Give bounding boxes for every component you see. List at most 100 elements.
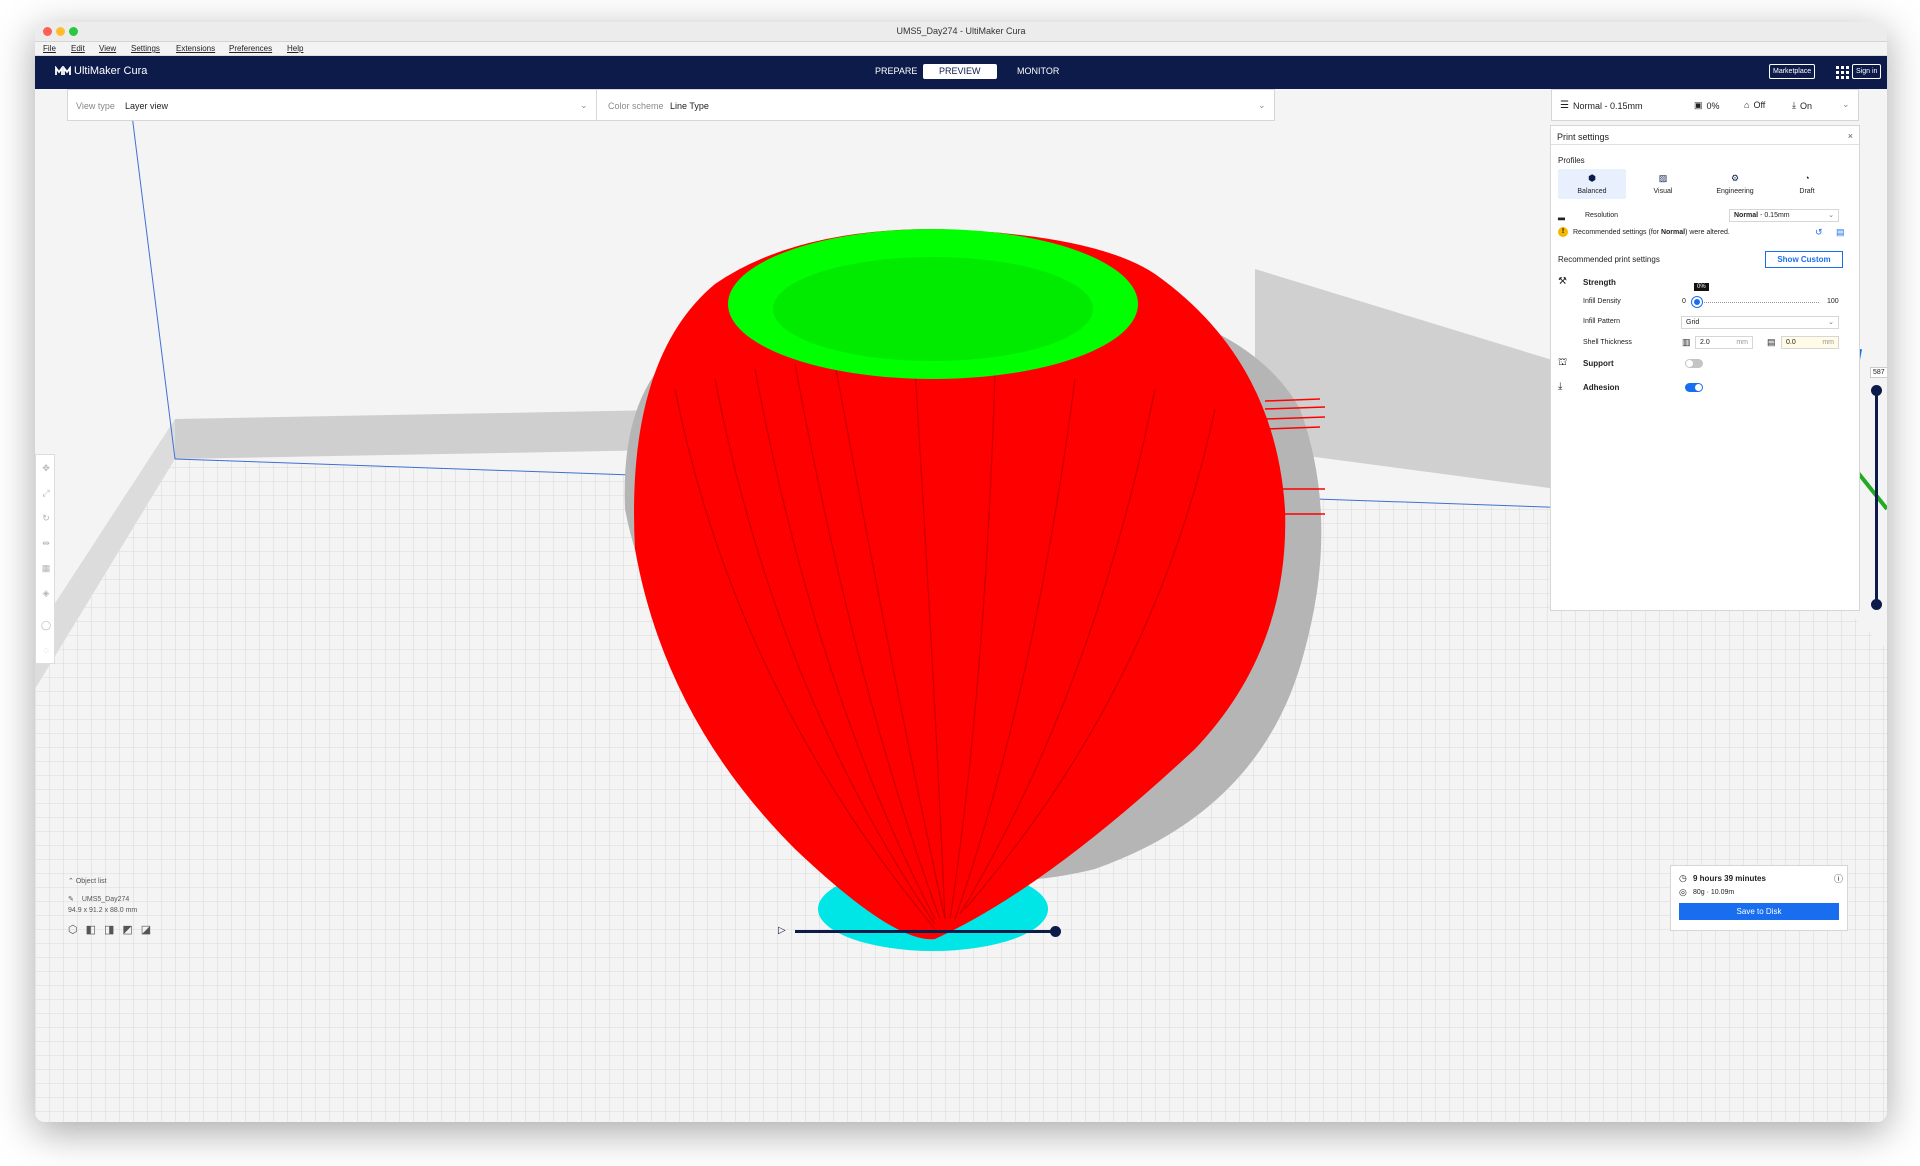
view-type-select[interactable]: Layer view [125, 101, 168, 111]
sign-in-button[interactable]: Sign in [1852, 64, 1882, 79]
resolution-label: Resolution [1585, 212, 1619, 219]
infill-icon: ▣ [1694, 100, 1703, 110]
view-type-label: View type [76, 101, 115, 111]
seam-painting-icon[interactable]: ◯ [41, 620, 51, 630]
save-profile-icon[interactable]: ▤ [1836, 227, 1845, 238]
info-icon[interactable]: ⓘ [1834, 872, 1843, 885]
infill-density-handle[interactable] [1692, 297, 1702, 307]
sliders-icon: ☰ [1560, 100, 1569, 111]
wall-thickness-input[interactable]: 2.0 mm [1695, 336, 1753, 349]
reset-icon[interactable]: ↺ [1815, 227, 1823, 238]
profile-draft[interactable]: ◔ Draft [1773, 169, 1841, 199]
resolution-value-rest: - 0.15mm [1758, 212, 1790, 219]
infill-pattern-value: Grid [1686, 319, 1700, 326]
app-window: UMS5_Day274 - UltiMaker Cura File Edit V… [35, 22, 1887, 1122]
print-setup-chevron-icon[interactable]: ⌄ [1842, 99, 1850, 110]
object-list-toggle[interactable]: ⌃ Object list [68, 877, 107, 885]
resolution-select[interactable]: Normal - 0.15mm ⌄ [1729, 209, 1839, 222]
wall-thickness-icon: ▥ [1682, 337, 1691, 347]
mirror-tool-icon[interactable]: ⇹ [41, 538, 51, 548]
window-title: UMS5_Day274 - UltiMaker Cura [896, 26, 1026, 36]
menu-bar: File Edit View Settings Extensions Prefe… [35, 42, 1887, 56]
infill-density-tooltip: 0% [1694, 283, 1709, 291]
adhesion-summary-text: On [1799, 100, 1812, 111]
additional-tool-icon[interactable]: ◌ [41, 645, 51, 655]
balanced-icon: ⬢ [1588, 173, 1596, 183]
wall-thickness-unit: mm [1736, 339, 1748, 346]
view-toolbar: View type Layer view ⌄ Color scheme Line… [67, 89, 1275, 121]
infill-summary[interactable]: ▣ 0% [1694, 100, 1720, 111]
rotate-tool-icon[interactable]: ↻ [41, 513, 51, 523]
show-custom-button[interactable]: Show Custom [1765, 251, 1843, 268]
menu-help[interactable]: Help [287, 44, 303, 53]
menu-extensions[interactable]: Extensions [176, 44, 215, 53]
material-estimate: 80g · 10.09m [1693, 889, 1735, 896]
support-summary-text: Off [1753, 100, 1766, 110]
object-name: UMS5_Day274 [81, 896, 130, 903]
layer-slider-bottom-handle[interactable] [1871, 599, 1882, 610]
support-toggle-knob [1686, 360, 1693, 367]
view-type-chevron-icon[interactable]: ⌄ [580, 100, 588, 111]
app-logo-text: UltiMaker Cura [74, 65, 148, 77]
profile-visual[interactable]: ▨ Visual [1629, 169, 1697, 199]
adhesion-toggle[interactable] [1685, 383, 1703, 392]
top-bottom-thickness-input[interactable]: 0.0 mm [1781, 336, 1839, 349]
menu-preferences[interactable]: Preferences [229, 44, 272, 53]
menu-view[interactable]: View [99, 44, 116, 53]
app-header: UltiMaker Cura PREPARE PREVIEW MONITOR M… [35, 56, 1887, 89]
adhesion-icon: ⤓ [1792, 100, 1796, 110]
panel-title: Print settings [1557, 132, 1610, 142]
save-to-disk-button[interactable]: Save to Disk [1679, 903, 1839, 920]
material-icon: ◎ [1679, 887, 1687, 897]
draft-icon: ◔ [1804, 173, 1810, 183]
adhesion-toggle-knob [1695, 384, 1702, 391]
camera-view-buttons[interactable]: ⬡◧◨◩◪ [68, 923, 159, 936]
tab-preview[interactable]: PREVIEW [923, 64, 997, 79]
path-slider-track[interactable] [795, 930, 1055, 933]
move-tool-icon[interactable]: ✥ [41, 463, 51, 473]
ultimaker-logo-icon [55, 66, 71, 75]
layer-slider-track[interactable] [1875, 394, 1878, 606]
apps-grid-icon[interactable] [1836, 66, 1849, 79]
toolbar-divider [596, 90, 597, 120]
color-scheme-chevron-icon[interactable]: ⌄ [1258, 100, 1266, 111]
path-slider-handle[interactable] [1050, 926, 1061, 937]
menu-file[interactable]: File [43, 44, 56, 53]
tab-monitor[interactable]: MONITOR [1001, 64, 1075, 79]
marketplace-button[interactable]: Marketplace [1769, 64, 1816, 79]
tool-sidebar: ✥ ⤢ ↻ ⇹ ▦ ◈ ◯ ◌ [35, 454, 55, 664]
top-bottom-thickness-icon: ▤ [1767, 337, 1776, 347]
profile-summary-text: Normal - 0.15mm [1572, 100, 1643, 111]
support-summary[interactable]: ⌂ Off [1744, 100, 1765, 110]
infill-pattern-select[interactable]: Grid ⌄ [1681, 316, 1839, 329]
infill-density-slider[interactable] [1695, 302, 1819, 303]
layer-slider-value[interactable]: 587 [1870, 367, 1887, 378]
object-name-row[interactable]: ✎ UMS5_Day274 [68, 895, 129, 903]
play-simulation-icon[interactable]: ▷ [778, 925, 786, 936]
per-model-settings-icon[interactable]: ▦ [41, 563, 51, 573]
profile-balanced[interactable]: ⬢ Balanced [1558, 169, 1626, 199]
chevron-down-icon: ⌄ [1828, 212, 1834, 219]
close-icon[interactable]: × [1848, 131, 1853, 141]
color-scheme-select[interactable]: Line Type [670, 101, 709, 111]
object-dimensions: 94.9 x 91.2 x 88.0 mm [68, 907, 138, 914]
resolution-icon: ▂ [1558, 210, 1565, 220]
infill-pattern-label: Infill Pattern [1583, 318, 1620, 325]
strength-label: Strength [1583, 278, 1616, 287]
notice-prefix: Recommended settings (for [1573, 229, 1661, 236]
top-skin-inner [773, 257, 1093, 361]
profile-balanced-label: Balanced [1577, 188, 1607, 195]
warning-icon: ! [1558, 227, 1568, 237]
support-blocker-icon[interactable]: ◈ [41, 588, 51, 598]
menu-settings[interactable]: Settings [131, 44, 160, 53]
print-setup-bar[interactable]: ☰ Normal - 0.15mm ▣ 0% ⌂ Off ⤓ On ⌄ [1551, 89, 1859, 121]
axis-line-z [129, 98, 176, 460]
adhesion-summary[interactable]: ⤓ On [1792, 100, 1812, 111]
support-toggle[interactable] [1685, 359, 1703, 368]
profile-summary[interactable]: ☰ Normal - 0.15mm [1560, 100, 1642, 111]
profile-engineering[interactable]: ⚙ Engineering [1701, 169, 1769, 199]
print-estimate-panel: ◷ 9 hours 39 minutes ⓘ ◎ 80g · 10.09m Sa… [1670, 865, 1848, 931]
print-settings-panel: Print settings × Profiles ⬢ Balanced ▨ V… [1550, 125, 1860, 611]
scale-tool-icon[interactable]: ⤢ [41, 488, 51, 498]
menu-edit[interactable]: Edit [71, 44, 85, 53]
